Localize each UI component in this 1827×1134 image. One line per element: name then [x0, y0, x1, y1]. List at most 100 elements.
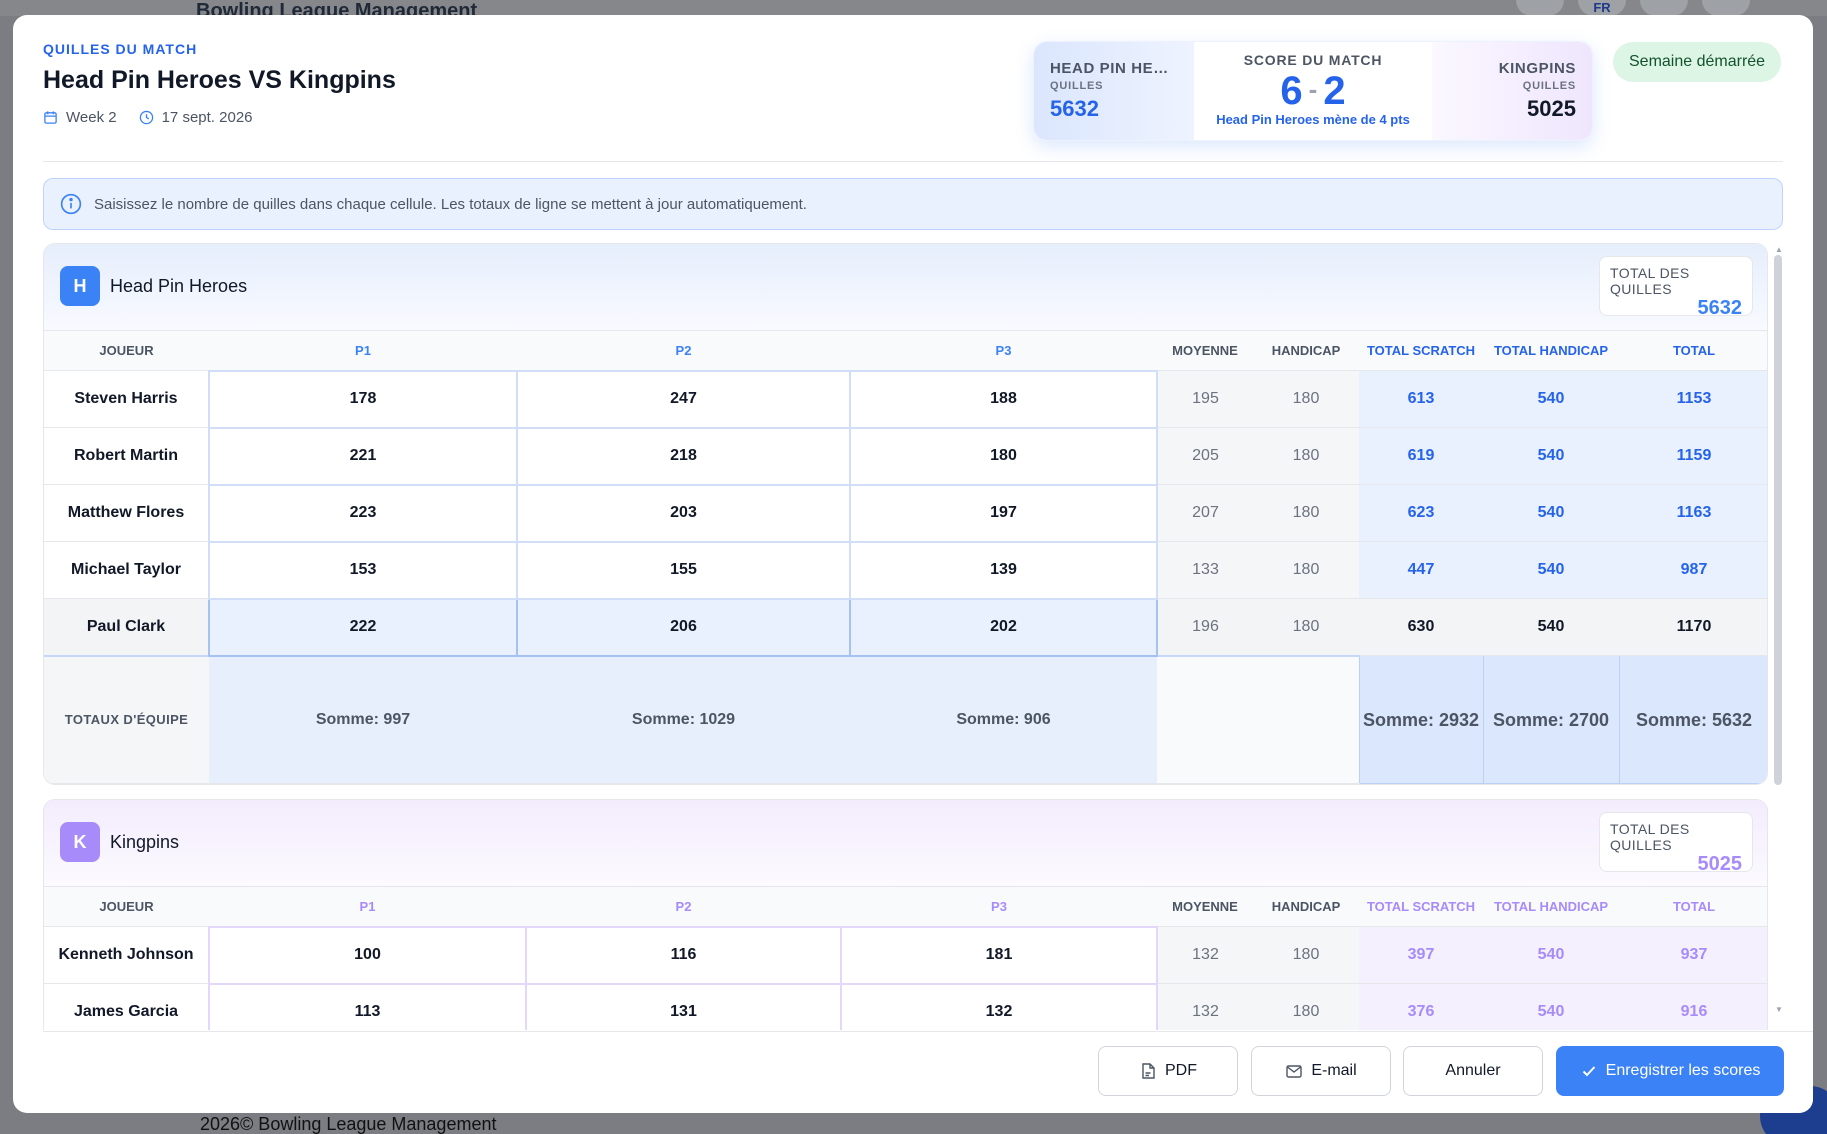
col-p1: P1 [209, 330, 517, 371]
total-value: 916 [1619, 983, 1767, 1030]
game-1-input[interactable]: 178 [208, 369, 518, 429]
total-scratch-value: 630 [1359, 598, 1483, 656]
match-scorecard: HEAD PIN HER... QUILLES 5632 SCORE DU MA… [1033, 41, 1593, 141]
game-2-input[interactable]: 203 [516, 483, 851, 543]
game-2-input[interactable]: 116 [525, 925, 842, 985]
file-icon [1142, 1063, 1155, 1079]
total-handicap-value: 540 [1483, 926, 1619, 984]
col-p2: P2 [517, 330, 850, 371]
col-p2: P2 [526, 886, 841, 927]
col-total-handicap: TOTAL HANDICAP [1483, 330, 1619, 371]
team-badge: K [60, 822, 100, 862]
check-icon [1582, 1066, 1595, 1077]
save-button-label: Enregistrer les scores [1605, 1062, 1761, 1079]
scroll-up-icon[interactable]: ▲ [1775, 245, 1783, 254]
language-switch[interactable]: FR [1578, 0, 1626, 16]
total-scratch-value: 623 [1359, 484, 1483, 542]
game-1-input[interactable]: 100 [208, 925, 527, 985]
col-average: MOYENNE [1157, 330, 1253, 371]
match-score-value: 6-2 [1194, 68, 1432, 112]
game-3-input[interactable]: 132 [840, 982, 1158, 1030]
table-row: James Garcia 113 131 132 132 180 376 540… [44, 982, 1767, 1030]
pdf-button[interactable]: PDF [1098, 1046, 1238, 1096]
table-row: Matthew Flores 223 203 197 207 180 623 5… [44, 483, 1767, 543]
average-value: 132 [1157, 926, 1253, 984]
game-2-input[interactable]: 206 [516, 597, 851, 657]
sum-total-handicap: Somme: 2700 [1482, 655, 1620, 784]
game-3-input[interactable]: 202 [849, 597, 1158, 657]
home-team-name: HEAD PIN HER... [1050, 60, 1178, 77]
user-avatar-icon[interactable] [1702, 0, 1750, 16]
game-3-input[interactable]: 181 [840, 925, 1158, 985]
total-value: 1170 [1619, 598, 1767, 656]
match-score-label: SCORE DU MATCH [1243, 52, 1383, 68]
refresh-icon[interactable] [1516, 0, 1564, 16]
handicap-value: 180 [1253, 370, 1359, 428]
average-value: 195 [1157, 370, 1253, 428]
table-header-row: JOUEUR P1 P2 P3 MOYENNE HANDICAP TOTAL S… [44, 330, 1767, 371]
sum-p3: Somme: 906 [850, 654, 1157, 784]
scroll-down-icon[interactable]: ▼ [1775, 1005, 1783, 1014]
game-1-input[interactable]: 222 [208, 597, 518, 657]
team-scores-table: JOUEUR P1 P2 P3 MOYENNE HANDICAP TOTAL S… [44, 886, 1767, 1030]
modal-footer: PDF E-mail Annuler Enregistrer les score… [43, 1031, 1813, 1113]
vertical-scrollbar[interactable] [1774, 255, 1782, 785]
save-scores-button[interactable]: Enregistrer les scores [1556, 1046, 1784, 1096]
total-handicap-value: 540 [1483, 983, 1619, 1030]
status-badge: Semaine démarrée [1613, 42, 1782, 82]
total-value: 937 [1619, 926, 1767, 984]
game-2-input[interactable]: 218 [516, 426, 851, 486]
table-header-row: JOUEUR P1 P2 P3 MOYENNE HANDICAP TOTAL S… [44, 886, 1767, 927]
game-3-input[interactable]: 197 [849, 483, 1158, 543]
player-name: Steven Harris [44, 370, 210, 428]
team-total-pins: TOTAL DES QUILLES 5632 [1599, 256, 1753, 319]
home-points: 6 [1280, 69, 1303, 113]
lead-text: Head Pin Heroes mène de 4 pts [1216, 112, 1410, 127]
team-total-label: TOTAL DES QUILLES [1610, 821, 1690, 853]
handicap-value: 180 [1253, 484, 1359, 542]
pdf-button-label: PDF [1165, 1062, 1197, 1079]
total-handicap-value: 540 [1483, 484, 1619, 542]
team-badge: H [60, 266, 100, 306]
sum-p1: Somme: 997 [209, 654, 517, 784]
info-icon [60, 193, 82, 215]
game-3-input[interactable]: 180 [849, 426, 1158, 486]
teams-scroll-area[interactable]: H Head Pin Heroes TOTAL DES QUILLES 5632… [43, 243, 1783, 1030]
average-value: 205 [1157, 427, 1253, 485]
handicap-value: 180 [1253, 541, 1359, 599]
score-separator: - [1308, 74, 1318, 104]
moon-icon[interactable] [1640, 0, 1688, 16]
col-total: TOTAL [1619, 330, 1767, 371]
average-value: 196 [1157, 598, 1253, 656]
player-name: Paul Clark [44, 598, 210, 656]
game-2-input[interactable]: 155 [516, 540, 851, 600]
col-p3: P3 [841, 886, 1157, 927]
modal-header: QUILLES DU MATCH Head Pin Heroes VS King… [43, 41, 396, 126]
home-pins-label: QUILLES [1050, 80, 1104, 92]
total-value: 1153 [1619, 370, 1767, 428]
player-name: Kenneth Johnson [44, 926, 210, 984]
game-2-input[interactable]: 247 [516, 369, 851, 429]
week-info: Week 2 [43, 109, 117, 126]
game-1-input[interactable]: 221 [208, 426, 518, 486]
week-label: Week 2 [66, 109, 117, 126]
game-3-input[interactable]: 188 [849, 369, 1158, 429]
email-button[interactable]: E-mail [1251, 1046, 1391, 1096]
total-scratch-value: 376 [1359, 983, 1483, 1030]
table-row-highlighted: Paul Clark 222 206 202 196 180 630 540 1… [44, 597, 1767, 657]
team-total-label: TOTAL DES QUILLES [1610, 265, 1690, 297]
sum-total-scratch: Somme: 2932 [1358, 655, 1484, 784]
game-1-input[interactable]: 153 [208, 540, 518, 600]
cancel-button[interactable]: Annuler [1403, 1046, 1543, 1096]
game-3-input[interactable]: 139 [849, 540, 1158, 600]
total-value: 987 [1619, 541, 1767, 599]
game-1-input[interactable]: 223 [208, 483, 518, 543]
handicap-value: 180 [1253, 598, 1359, 656]
match-score: SCORE DU MATCH 6-2 Head Pin Heroes mène … [1194, 42, 1432, 140]
total-handicap-value: 540 [1483, 541, 1619, 599]
game-1-input[interactable]: 113 [208, 982, 527, 1030]
date-label: 17 sept. 2026 [161, 109, 253, 126]
col-average: MOYENNE [1157, 886, 1253, 927]
team-total-value: 5025 [1697, 853, 1743, 875]
game-2-input[interactable]: 131 [525, 982, 842, 1030]
